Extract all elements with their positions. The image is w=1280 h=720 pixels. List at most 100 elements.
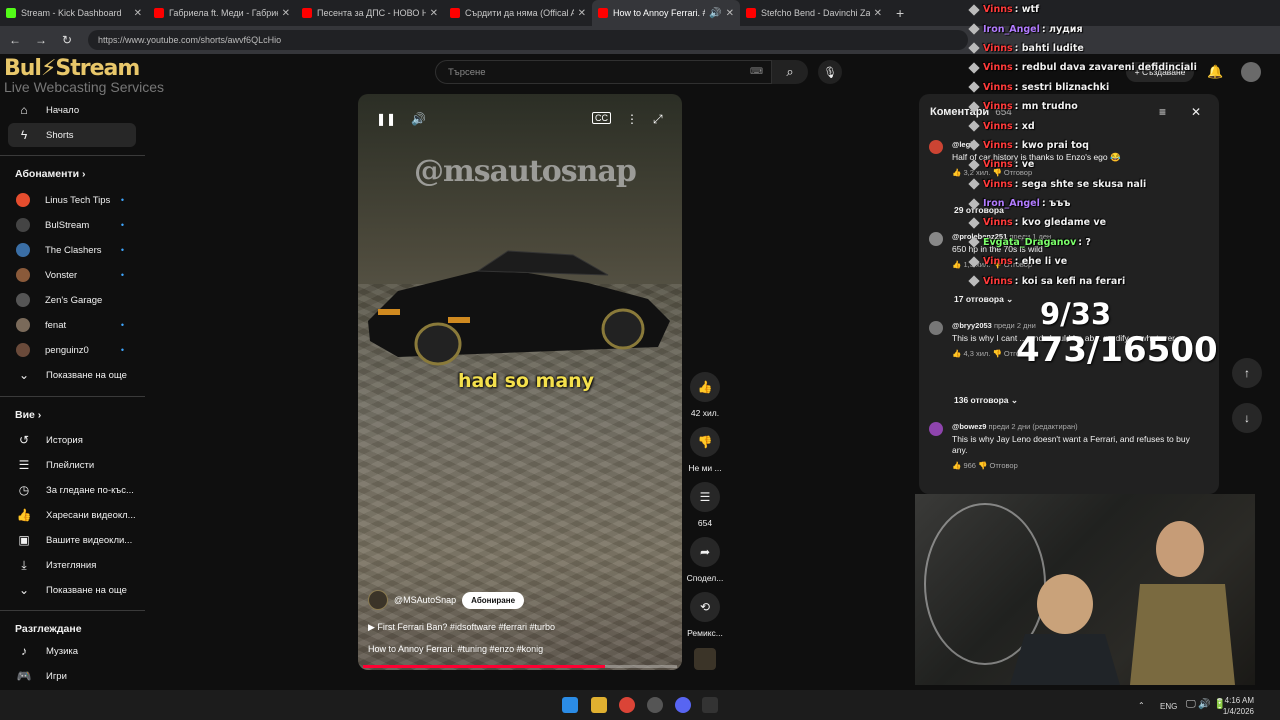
keyboard-icon[interactable]: ⌨ — [750, 66, 763, 77]
file-explorer-icon[interactable] — [591, 697, 607, 713]
avatar[interactable] — [368, 590, 388, 610]
avatar[interactable] — [929, 140, 943, 154]
subscribe-button[interactable]: Абониране — [462, 591, 525, 609]
browser-tab[interactable]: Сърдити да няма (Offical AI Ar ✕ — [444, 0, 592, 26]
url-field[interactable]: https://www.youtube.com/shorts/awvf6QLcH… — [88, 30, 968, 50]
sidebar-item-subscription[interactable]: fenat • — [8, 313, 136, 337]
browser-tab[interactable]: Stefcho Bend - Davinchi Zakon ✕ — [740, 0, 888, 26]
thumbs-up-icon[interactable]: 👍 — [952, 260, 961, 269]
channel-row: @MSAutoSnap Абониране — [368, 590, 525, 610]
chevron-down-icon: ⌄ — [18, 368, 30, 382]
dislike-button[interactable]: 👎 Не ми ... — [685, 427, 725, 473]
shorts-icon: ϟ — [20, 128, 28, 142]
thumbs-up-icon[interactable]: 👍 — [952, 168, 961, 177]
avatar[interactable] — [929, 232, 943, 246]
chevron-up-icon[interactable]: ⌃ — [1138, 700, 1145, 711]
thumbs-down-icon[interactable]: 👎 — [978, 461, 987, 470]
sidebar-item-subscription[interactable]: Linus Tech Tips • — [8, 188, 136, 212]
share-button[interactable]: ➦ Сподел... — [685, 537, 725, 583]
sidebar-item-watch-later[interactable]: ◷ За гледане по-къс... — [8, 478, 136, 502]
obs-icon[interactable] — [647, 697, 663, 713]
short-video-player[interactable]: @msautosnap had so many ❚❚ 🔊 CC ⋮ ⤢ @MSA… — [358, 94, 682, 670]
language-indicator[interactable]: ENG — [1160, 701, 1177, 712]
avatar[interactable] — [929, 422, 943, 436]
subscriptions-heading[interactable]: Абонаменти › — [15, 168, 86, 180]
terminal-icon[interactable] — [702, 697, 718, 713]
you-heading[interactable]: Вие › — [15, 409, 41, 421]
reply-button[interactable]: Отговор — [989, 461, 1017, 470]
chat-message: Vinns: mn trudno — [968, 97, 1210, 116]
sidebar-item-playlists[interactable]: ☰ Плейлисти — [8, 453, 136, 477]
voice-search-button[interactable]: 🎙 — [818, 60, 842, 84]
badge-icon — [968, 81, 980, 93]
sidebar-item-history[interactable]: ↺ История — [8, 428, 136, 452]
new-tab-button[interactable]: + — [896, 5, 904, 21]
sound-thumbnail[interactable] — [694, 648, 716, 670]
reload-icon[interactable]: ↻ — [56, 33, 78, 47]
chat-username: Vinns — [983, 178, 1013, 190]
sidebar-item-subscription[interactable]: The Clashers • — [8, 238, 136, 262]
sidebar-item-your-videos[interactable]: ▣ Вашите видеокли... — [8, 528, 136, 552]
speaker-icon[interactable]: 🔊 — [709, 8, 721, 19]
sidebar-item-shorts[interactable]: ϟ Shorts — [8, 123, 136, 147]
avatar[interactable] — [1241, 62, 1261, 82]
more-icon[interactable]: ⋮ — [626, 112, 638, 126]
sidebar-item-label: Изтегляния — [46, 559, 97, 571]
thumbs-down-icon[interactable]: 👎 — [992, 349, 1001, 358]
back-icon[interactable]: ← — [4, 33, 26, 47]
avatar[interactable] — [929, 321, 943, 335]
remix-button[interactable]: ⟲ Ремикс... — [685, 592, 725, 638]
playlist-link[interactable]: ▶ First Ferrari Ban? #idsoftware #ferrar… — [368, 622, 555, 633]
captions-icon[interactable]: CC — [592, 112, 611, 124]
sidebar-item-liked[interactable]: 👍 Харесани видеокл... — [8, 503, 136, 527]
close-icon[interactable]: ✕ — [430, 8, 438, 19]
pause-icon[interactable]: ❚❚ — [376, 112, 396, 126]
sidebar-item-subscription[interactable]: penguinz0 • — [8, 338, 136, 362]
network-icon[interactable]: 🖵 🔊 🔋 — [1186, 699, 1226, 710]
chrome-icon[interactable] — [619, 697, 635, 713]
clock[interactable]: 4:16 AM 1/4/2026 — [1222, 695, 1254, 717]
scroll-up-button[interactable]: ↑ — [1232, 358, 1262, 388]
browser-tab[interactable]: Песента за ДПС - НОВО НАЧА ✕ — [296, 0, 444, 26]
close-icon[interactable]: ✕ — [726, 8, 734, 19]
like-button[interactable]: 👍 42 хил. — [685, 372, 725, 418]
scroll-down-button[interactable]: ↓ — [1232, 403, 1262, 433]
sidebar-item-downloads[interactable]: ⤓ Изтегляния — [8, 553, 136, 577]
sidebar-item-home[interactable]: ⌂ Начало — [8, 98, 136, 122]
browser-tab[interactable]: Stream - Kick Dashboard ✕ — [0, 0, 148, 26]
sidebar-item-subscription[interactable]: Zen's Garage — [8, 288, 136, 312]
browser-tab[interactable]: Габриела ft. Меди - Габриела ✕ — [148, 0, 296, 26]
webcam-feed — [915, 494, 1255, 685]
forward-icon[interactable]: → — [30, 33, 52, 47]
thumbs-up-icon[interactable]: 👍 — [952, 349, 961, 358]
video-progress-bar[interactable] — [363, 665, 677, 668]
sidebar-item-gaming[interactable]: 🎮 Игри — [8, 664, 136, 688]
fullscreen-icon[interactable]: ⤢ — [653, 112, 663, 127]
search-button[interactable]: ⌕ — [772, 60, 808, 84]
search-input[interactable]: Търсене ⌨ — [435, 60, 772, 84]
start-icon[interactable] — [562, 697, 578, 713]
channel-name[interactable]: @MSAutoSnap — [394, 595, 456, 605]
video-caption: had so many — [458, 370, 595, 392]
sidebar-item-show-more[interactable]: ⌄ Показване на още — [8, 578, 136, 602]
browser-tab-active[interactable]: How to Annoy Ferrari. #tu 🔊 ✕ — [592, 0, 740, 26]
tab-title: Stefcho Bend - Davinchi Zakon — [761, 8, 870, 18]
thumbs-up-icon[interactable]: 👍 — [952, 461, 961, 470]
volume-icon[interactable]: 🔊 — [411, 112, 426, 126]
close-icon[interactable]: ✕ — [874, 8, 882, 19]
close-icon[interactable]: ✕ — [578, 8, 586, 19]
replies-toggle[interactable]: 17 отговора ⌄ — [954, 294, 1013, 305]
brand-name: Bul⚡Stream — [4, 56, 140, 81]
sidebar-item-show-more[interactable]: ⌄ Показване на още — [8, 363, 136, 387]
comment-author[interactable]: @bowez9 преди 2 дни (редактиран) — [952, 422, 1199, 431]
sidebar-item-music[interactable]: ♪ Музика — [8, 639, 136, 663]
replies-toggle[interactable]: 136 отговора ⌄ — [954, 395, 1018, 406]
close-icon[interactable]: ✕ — [134, 8, 142, 19]
url-text: https://www.youtube.com/shorts/awvf6QLcH… — [98, 35, 282, 45]
close-icon[interactable]: ✕ — [282, 8, 290, 19]
sidebar-item-subscription[interactable]: BulStream • — [8, 213, 136, 237]
chat-username: Vinns — [983, 275, 1013, 287]
comments-button[interactable]: ☰ 654 — [685, 482, 725, 528]
sidebar-item-subscription[interactable]: Vonster • — [8, 263, 136, 287]
discord-icon[interactable] — [675, 697, 691, 713]
